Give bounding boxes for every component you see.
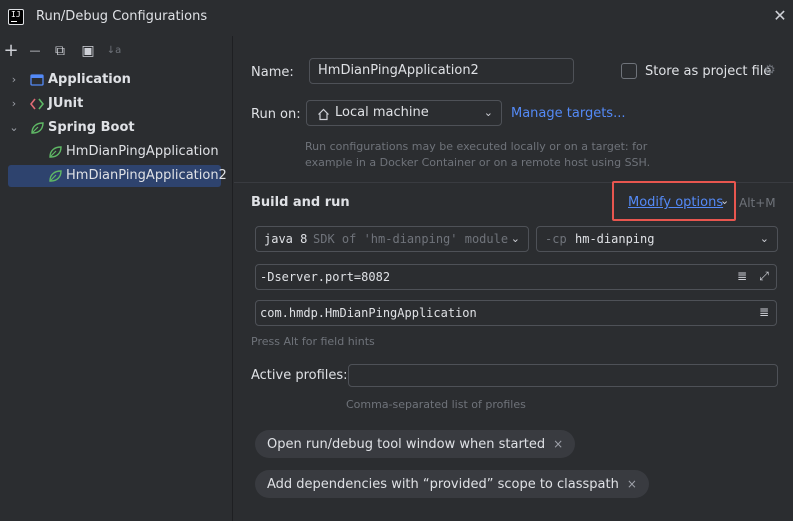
list-icon[interactable]: ≣ (757, 305, 771, 319)
chevron-down-icon[interactable]: ⌄ (720, 194, 729, 207)
tree-item-hmdianpingapplication2[interactable]: HmDianPingApplication2 (8, 165, 227, 187)
chevron-right-icon[interactable]: › (8, 69, 20, 91)
option-chip-open-tool-window: Open run/debug tool window when started × (255, 430, 576, 458)
tree-item-label: HmDianPingApplication (66, 144, 219, 159)
modify-options-shortcut: Alt+M (739, 196, 776, 210)
spring-boot-icon (30, 121, 44, 135)
remove-icon[interactable]: — (26, 42, 44, 60)
copy-icon[interactable]: ⧉ (51, 42, 69, 60)
close-icon[interactable]: × (627, 477, 637, 491)
tree-item-application[interactable]: › Application (8, 69, 221, 91)
sort-icon[interactable]: ↓a (105, 42, 123, 60)
chip-label: Open run/debug tool window when started (267, 437, 546, 452)
vm-options-value: -Dserver.port=8082 (260, 270, 391, 284)
jdk-value: java 8 (264, 232, 308, 246)
active-profiles-input[interactable] (348, 364, 778, 387)
name-label: Name: (251, 65, 294, 80)
spring-boot-icon (48, 169, 62, 183)
tree-item-label: HmDianPingApplication2 (66, 168, 227, 183)
junit-icon (29, 97, 45, 111)
home-icon (317, 106, 330, 125)
run-on-label: Run on: (251, 107, 301, 122)
classpath-module-dropdown[interactable]: -cp hm-dianping ⌄ (536, 226, 778, 252)
manage-targets-link[interactable]: Manage targets... (511, 106, 625, 121)
active-profiles-hint: Comma-separated list of profiles (346, 398, 526, 411)
close-icon[interactable]: × (553, 437, 563, 451)
jdk-dropdown[interactable]: java 8 SDK of 'hm-dianping' module ⌄ (255, 226, 529, 252)
modify-options-link[interactable]: Modify options (628, 195, 723, 210)
tree-item-hmdianpingapplication[interactable]: HmDianPingApplication (8, 141, 221, 163)
field-hint: Press Alt for field hints (251, 335, 375, 348)
run-on-value: Local machine (335, 105, 429, 120)
tree-item-label: Spring Boot (48, 120, 135, 135)
configurations-sidebar: + — ⧉ ▣ ↓a › Application › JUnit ⌄ Sprin… (0, 36, 233, 521)
list-icon[interactable]: ≣ (735, 269, 749, 283)
gear-icon[interactable]: ⚙ (764, 63, 776, 78)
configuration-form: Name: HmDianPingApplication2 Store as pr… (234, 36, 793, 521)
spring-boot-icon (48, 145, 62, 159)
run-on-hint-line-2: example in a Docker Container or on a re… (305, 156, 651, 169)
classpath-prefix: -cp (545, 232, 567, 246)
main-class-input[interactable]: com.hmdp.HmDianPingApplication (255, 300, 777, 326)
intellij-logo-icon: IJ (8, 9, 24, 25)
vm-options-input[interactable]: -Dserver.port=8082 (255, 264, 777, 290)
chevron-right-icon[interactable]: › (8, 93, 20, 115)
name-input[interactable]: HmDianPingApplication2 (309, 58, 574, 84)
run-on-dropdown[interactable]: Local machine ⌄ (306, 100, 502, 126)
add-icon[interactable]: + (2, 42, 20, 60)
chevron-down-icon[interactable]: ⌄ (8, 117, 20, 139)
jdk-detail: SDK of 'hm-dianping' module (313, 232, 509, 246)
chip-label: Add dependencies with “provided” scope t… (267, 477, 619, 492)
window-title: Run/Debug Configurations (36, 9, 208, 24)
chevron-down-icon: ⌄ (483, 106, 493, 119)
store-as-project-file-checkbox[interactable] (621, 63, 637, 79)
build-and-run-title: Build and run (251, 195, 350, 210)
new-folder-icon[interactable]: ▣ (79, 42, 97, 60)
chevron-down-icon: ⌄ (759, 232, 769, 245)
close-button[interactable]: ✕ (772, 8, 788, 24)
expand-icon[interactable]: ⤢ (757, 269, 771, 283)
main-class-value: com.hmdp.HmDianPingApplication (260, 306, 477, 320)
tree-item-label: JUnit (48, 96, 84, 111)
title-bar: IJ Run/Debug Configurations ✕ (0, 0, 793, 36)
classpath-module-value: hm-dianping (575, 232, 655, 246)
application-icon (30, 73, 44, 87)
store-as-project-file-label[interactable]: Store as project file (645, 64, 771, 79)
run-on-hint-line-1: Run configurations may be executed local… (305, 140, 648, 153)
tree-item-spring-boot[interactable]: ⌄ Spring Boot (8, 117, 221, 139)
tree-item-junit[interactable]: › JUnit (8, 93, 221, 115)
chevron-down-icon: ⌄ (510, 232, 520, 245)
tree-item-label: Application (48, 72, 131, 87)
option-chip-provided-scope: Add dependencies with “provided” scope t… (255, 470, 649, 498)
sidebar-toolbar: + — ⧉ ▣ ↓a (0, 40, 233, 62)
active-profiles-label: Active profiles: (251, 368, 348, 383)
